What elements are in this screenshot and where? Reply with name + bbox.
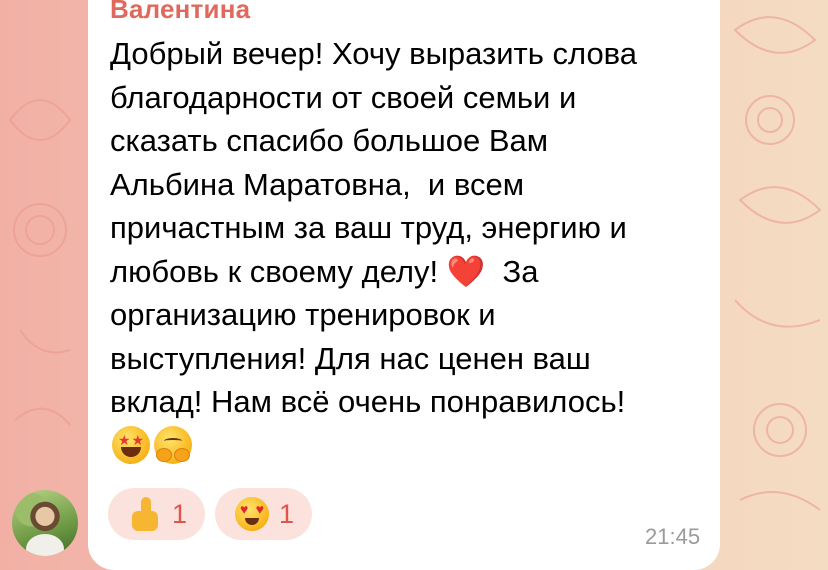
reaction-count: 1 — [279, 498, 295, 529]
hugging-face-emoji — [154, 426, 192, 464]
message-text: Добрый вечер! Хочу выразить слова благод… — [110, 36, 638, 419]
reaction-thumbs-up[interactable]: 1 — [108, 488, 206, 540]
reaction-count: 1 — [172, 498, 188, 529]
reaction-heart-eyes[interactable]: 1 — [215, 488, 313, 540]
star-struck-emoji — [112, 426, 150, 464]
avatar[interactable] — [12, 490, 78, 556]
message-emoji-line — [112, 426, 192, 464]
thumbs-up-icon — [128, 497, 162, 531]
sender-name[interactable]: Валентина — [110, 0, 250, 25]
heart-eyes-icon — [235, 497, 270, 531]
reactions-bar: 1 1 — [108, 488, 313, 540]
message-time: 21:45 — [645, 524, 701, 549]
